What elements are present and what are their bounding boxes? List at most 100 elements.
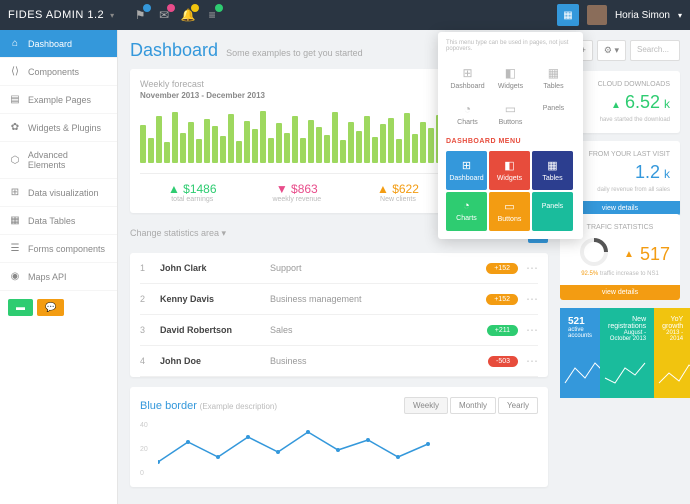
view-details-button[interactable]: view details — [560, 285, 680, 300]
buttons-icon: ▭ — [489, 102, 532, 116]
popover-tile[interactable]: ▭Buttons — [489, 192, 530, 231]
popover-item[interactable]: ▦Tables — [532, 60, 575, 96]
sales-sub: daily revenue from all sales — [570, 187, 670, 193]
bar — [404, 113, 410, 163]
bar — [164, 142, 170, 163]
search-input[interactable]: Search... — [630, 40, 680, 61]
traffic-label: TRAFIC STATISTICS — [570, 224, 670, 231]
flag-icon[interactable]: ⚑ — [129, 4, 151, 26]
gear-button[interactable]: ⚙ ▾ — [597, 40, 626, 61]
apps-grid-button[interactable]: ▦ — [557, 4, 579, 26]
bell-icon[interactable]: 🔔 — [177, 4, 199, 26]
tab-weekly[interactable]: Weekly — [404, 397, 448, 414]
sidebar-badge-orange[interactable]: 💬 — [37, 299, 64, 316]
sidebar-item-maps[interactable]: ◉ Maps API — [0, 263, 117, 291]
popover-item[interactable]: ▭Buttons — [489, 96, 532, 132]
bar — [364, 116, 370, 163]
sidebar-item-dataviz[interactable]: ⊞Data visualization — [0, 179, 117, 207]
bar — [188, 122, 194, 163]
table-row[interactable]: 1John ClarkSupport+152⋯ — [140, 253, 538, 284]
bar — [396, 139, 402, 163]
mail-icon[interactable]: ✉ — [153, 4, 175, 26]
sidebar-item-widgets[interactable]: ✿Widgets & Plugins — [0, 114, 117, 142]
sidebar-item-label: Components — [28, 67, 79, 77]
line-chart: 40200 — [140, 422, 538, 477]
table-row[interactable]: 3David RobertsonSales+211⋯ — [140, 315, 538, 346]
popover-tile[interactable]: ◔Charts — [446, 192, 487, 231]
page-title: Dashboard — [130, 40, 218, 61]
bar — [252, 129, 258, 163]
widgets-icon: ✿ — [10, 122, 20, 133]
change-stats-dropdown[interactable]: Change statistics area ▾ — [130, 228, 226, 239]
tab-yearly[interactable]: Yearly — [498, 397, 538, 414]
sales-value: 1.2 — [635, 162, 660, 183]
stat: ▲ $622New clients — [377, 182, 419, 203]
bar — [380, 124, 386, 163]
downloads-value: 6.52 — [625, 92, 660, 113]
popover-item[interactable]: ◔Charts — [446, 96, 489, 132]
user-chevron-icon[interactable]: ▾ — [678, 11, 682, 20]
traffic-value: 517 — [640, 244, 670, 265]
charts-icon: ◔ — [446, 102, 489, 116]
avatar[interactable] — [587, 5, 607, 25]
sidebar-item-tables[interactable]: ▦Data Tables — [0, 207, 117, 235]
bar — [340, 140, 346, 163]
chart-period-toggle: Weekly Monthly Yearly — [404, 397, 538, 414]
popover-tiles: ⊞Dashboard◧Widgets▦Tables ◔Charts▭Buttons… — [446, 151, 575, 231]
bar — [180, 133, 186, 163]
popover-item[interactable]: Panels — [532, 96, 575, 132]
line-chart-panel: Blue border (Example description) Weekly… — [130, 387, 548, 487]
tables-icon: ▦ — [532, 66, 575, 80]
registrations-tile[interactable]: New registrations August - October 2013 — [600, 308, 654, 398]
bar — [260, 111, 266, 163]
active-accounts-tile[interactable]: 521 active accounts — [560, 308, 600, 398]
sidebar-badges: ▬ 💬 — [0, 291, 117, 324]
bar — [244, 121, 250, 163]
username[interactable]: Horia Simon — [615, 10, 670, 21]
sales-label: FROM YOUR LAST VISIT — [570, 151, 670, 158]
task-icon[interactable]: ≡ — [201, 4, 223, 26]
table-row[interactable]: 4John DoeBusiness-503⋯ — [140, 346, 538, 377]
bar — [412, 134, 418, 163]
popover-tile[interactable]: Panels — [532, 192, 573, 231]
more-icon[interactable]: ⋯ — [526, 323, 538, 337]
popover-section-header: DASHBOARD MENU — [446, 138, 575, 145]
more-icon[interactable]: ⋯ — [526, 261, 538, 275]
popover-tile[interactable]: ◧Widgets — [489, 151, 530, 190]
sidebar-item-dashboard[interactable]: ⌂Dashboard — [0, 30, 117, 58]
sidebar-item-label: Maps API — [28, 272, 67, 282]
map-icon: ◉ — [10, 271, 20, 282]
sidebar-item-forms[interactable]: ☰Forms components — [0, 235, 117, 263]
popover-item[interactable]: ⊞Dashboard — [446, 60, 489, 96]
sidebar-badge-green[interactable]: ▬ — [8, 299, 33, 316]
more-icon[interactable]: ⋯ — [526, 292, 538, 306]
bar — [196, 139, 202, 163]
popover-item[interactable]: ◧Widgets — [489, 60, 532, 96]
more-icon[interactable]: ⋯ — [526, 354, 538, 368]
chevron-down-icon[interactable]: ▾ — [110, 11, 114, 20]
pages-icon: ▤ — [10, 94, 20, 105]
sidebar-item-advanced[interactable]: ⬡Advanced Elements — [0, 142, 117, 179]
sidebar: ⌂Dashboard ⟨⟩Components ▤Example Pages ✿… — [0, 30, 118, 504]
sidebar-item-components[interactable]: ⟨⟩Components — [0, 58, 117, 86]
bar — [276, 123, 282, 163]
bar — [372, 137, 378, 163]
popover-tile[interactable]: ▦Tables — [532, 151, 573, 190]
table-row[interactable]: 2Kenny DavisBusiness management+152⋯ — [140, 284, 538, 315]
popover-tile[interactable]: ⊞Dashboard — [446, 151, 487, 190]
bar — [420, 122, 426, 163]
bar — [356, 131, 362, 163]
yoy-tile[interactable]: YoY growth 2013 - 2014 — [654, 308, 690, 398]
advanced-icon: ⬡ — [10, 155, 20, 166]
popover-hint: This menu type can be used in pages, not… — [446, 40, 575, 52]
tiles-row: 521 active accounts New registrations Au… — [560, 308, 680, 398]
sidebar-item-example[interactable]: ▤Example Pages — [0, 86, 117, 114]
widgets-icon: ◧ — [489, 66, 532, 80]
dashboard-icon: ⊞ — [446, 66, 489, 80]
downloads-label: CLOUD DOWNLOADS — [570, 81, 670, 88]
page-subtitle: Some examples to get you started — [226, 48, 363, 58]
bar — [284, 133, 290, 163]
bar — [292, 116, 298, 163]
bar — [236, 141, 242, 163]
tab-monthly[interactable]: Monthly — [450, 397, 496, 414]
